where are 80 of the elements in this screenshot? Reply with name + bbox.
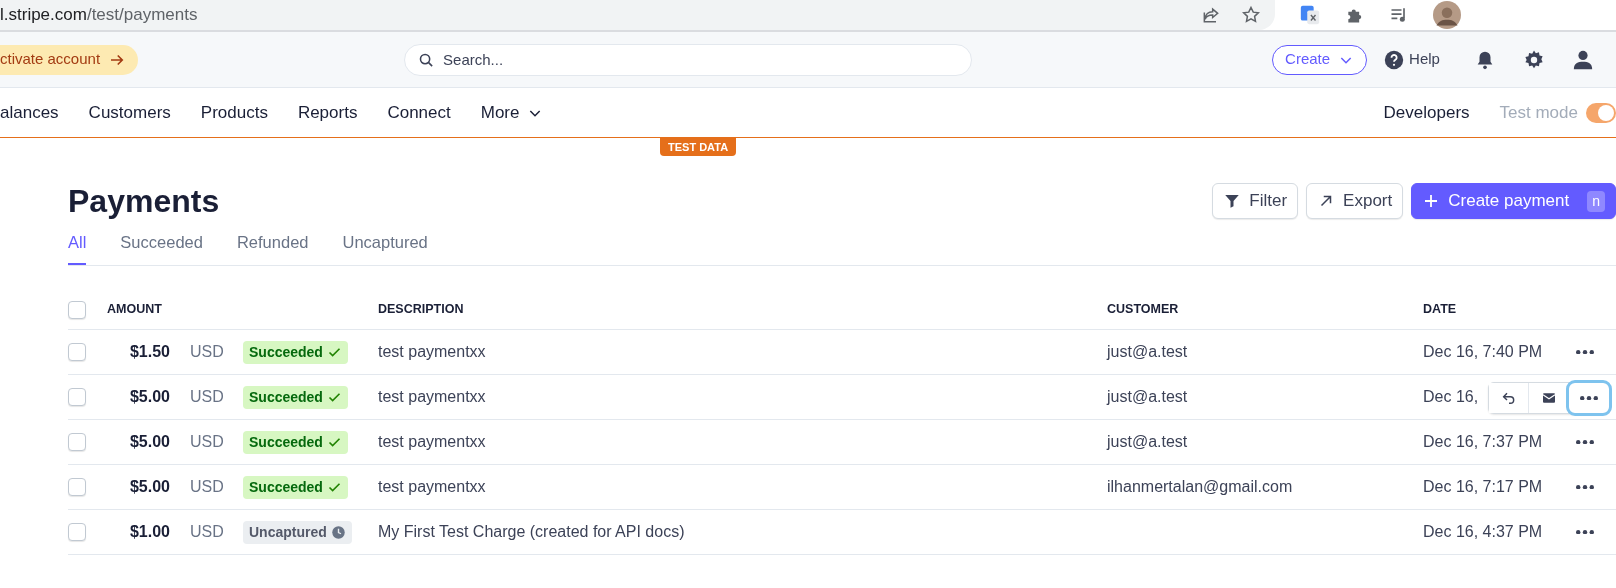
export-button[interactable]: Export <box>1306 183 1404 220</box>
more-menu[interactable]: More <box>480 99 544 126</box>
clock-icon <box>330 525 346 541</box>
checkbox[interactable] <box>68 388 86 407</box>
activate-account-button[interactable]: ctivate account <box>0 44 139 75</box>
avatar[interactable] <box>1433 1 1461 29</box>
description-text: test paymentxx <box>378 342 486 363</box>
description-text: test paymentxx <box>378 387 486 408</box>
share-icon[interactable] <box>1201 5 1221 25</box>
create-button[interactable]: Create <box>1272 44 1368 75</box>
customer-email: just@a.test <box>1107 342 1188 363</box>
checkbox[interactable] <box>68 523 86 542</box>
test-mode-label: Test mode <box>1499 101 1578 124</box>
customer-email: ilhanmertalan@gmail.com <box>1107 477 1293 498</box>
currency-text: USD <box>189 342 225 363</box>
translate-icon[interactable] <box>1299 4 1321 26</box>
nav-link[interactable]: alances <box>0 99 59 126</box>
refund-button[interactable] <box>1489 383 1529 414</box>
amount-text: $1.50 <box>128 342 170 363</box>
address-bar[interactable]: l.stripe.com/test/payments <box>0 0 1275 30</box>
nav-link[interactable]: Products <box>200 99 268 126</box>
checkbox[interactable] <box>68 478 86 497</box>
test-mode-toggle[interactable] <box>1586 102 1616 123</box>
nav-link[interactable]: Reports <box>297 99 358 126</box>
currency-text: USD <box>189 387 225 408</box>
date-text: Dec 16, 7:40 PM <box>1423 342 1543 363</box>
date-text: Dec 16, 7:17 PM <box>1423 477 1543 498</box>
status-badge: Uncaptured <box>243 521 352 545</box>
more-icon <box>1576 484 1594 490</box>
customer-email: just@a.test <box>1107 387 1188 408</box>
status-badge: Succeeded <box>243 431 348 455</box>
more-icon <box>1580 395 1598 401</box>
status-badge: Succeeded <box>243 386 348 410</box>
description-text: test paymentxx <box>378 477 486 498</box>
description-text: My First Test Charge (created for API docs) <box>378 522 685 543</box>
nav-link[interactable]: Connect <box>387 99 451 126</box>
currency-text: USD <box>189 477 225 498</box>
column-header: DATE <box>1423 301 1458 319</box>
user-icon[interactable] <box>1571 48 1594 71</box>
help-button[interactable]: Help <box>1383 48 1440 71</box>
tab[interactable]: All <box>68 230 87 266</box>
test-data-badge: TEST DATA <box>660 138 737 156</box>
description-text: test paymentxx <box>378 432 486 453</box>
create-payment-button[interactable]: Create payment n <box>1411 183 1616 220</box>
checkbox[interactable] <box>68 301 86 320</box>
more-icon <box>1576 439 1594 445</box>
search-field[interactable]: Search... <box>404 43 973 76</box>
email-button[interactable] <box>1529 383 1569 414</box>
tab[interactable]: Refunded <box>236 230 309 266</box>
column-header: DESCRIPTION <box>378 301 465 319</box>
help-icon <box>1383 48 1406 71</box>
page-title: Payments <box>68 182 220 221</box>
more-options-button[interactable] <box>1569 383 1609 414</box>
nav-link[interactable]: Developers <box>1383 99 1470 126</box>
currency-text: USD <box>189 522 225 543</box>
date-text: Dec 16, <box>1423 387 1479 408</box>
status-badge: Succeeded <box>243 476 348 500</box>
column-header: AMOUNT <box>106 301 163 319</box>
status-badge: Succeeded <box>243 341 348 365</box>
amount-text: $5.00 <box>128 387 170 408</box>
filter-button[interactable]: Filter <box>1212 183 1299 220</box>
customer-email: just@a.test <box>1107 432 1188 453</box>
search-icon <box>418 51 436 69</box>
date-text: Dec 16, 7:37 PM <box>1423 432 1543 453</box>
undo-icon <box>1500 390 1517 407</box>
star-icon[interactable] <box>1241 5 1261 25</box>
checkbox[interactable] <box>68 343 86 362</box>
currency-text: USD <box>189 432 225 453</box>
nav-link[interactable]: Customers <box>88 99 171 126</box>
more-icon <box>1576 349 1594 355</box>
column-header: CUSTOMER <box>1107 301 1180 319</box>
amount-text: $5.00 <box>128 432 170 453</box>
checkbox[interactable] <box>68 433 86 452</box>
more-icon <box>1576 529 1594 535</box>
amount-text: $5.00 <box>128 477 170 498</box>
tab[interactable]: Succeeded <box>120 230 203 266</box>
amount-text: $1.00 <box>128 522 170 543</box>
shortcut-key: n <box>1587 190 1605 212</box>
tab[interactable]: Uncaptured <box>342 230 428 266</box>
date-text: Dec 16, 4:37 PM <box>1423 522 1543 543</box>
